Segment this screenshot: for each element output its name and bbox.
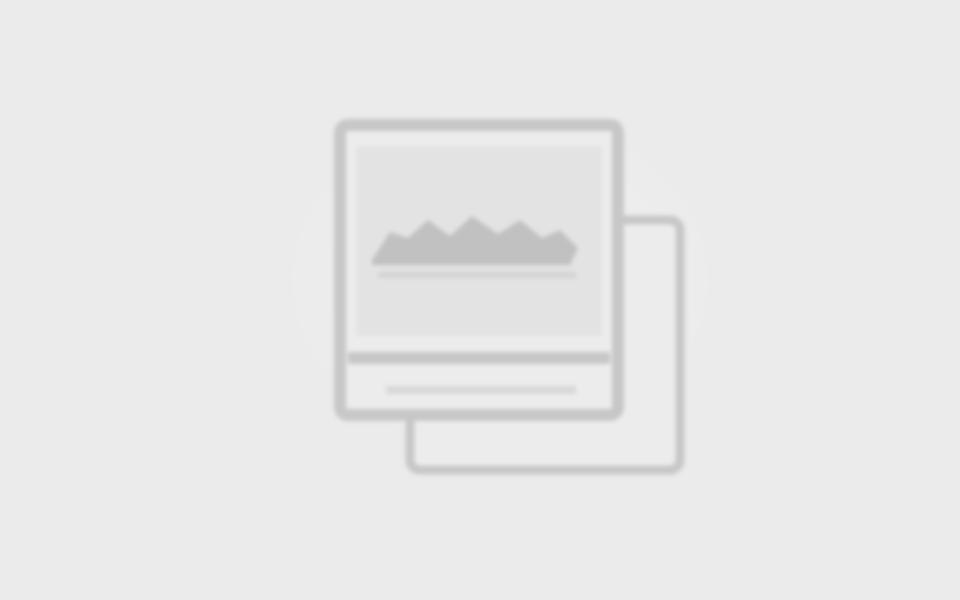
- placeholder-icon-graphic: [334, 119, 685, 475]
- image-placeholder-screen: [0, 0, 960, 600]
- caption-separator-bar: [348, 352, 610, 364]
- image-gallery-placeholder-icon: [300, 70, 720, 510]
- caption-line: [386, 386, 576, 394]
